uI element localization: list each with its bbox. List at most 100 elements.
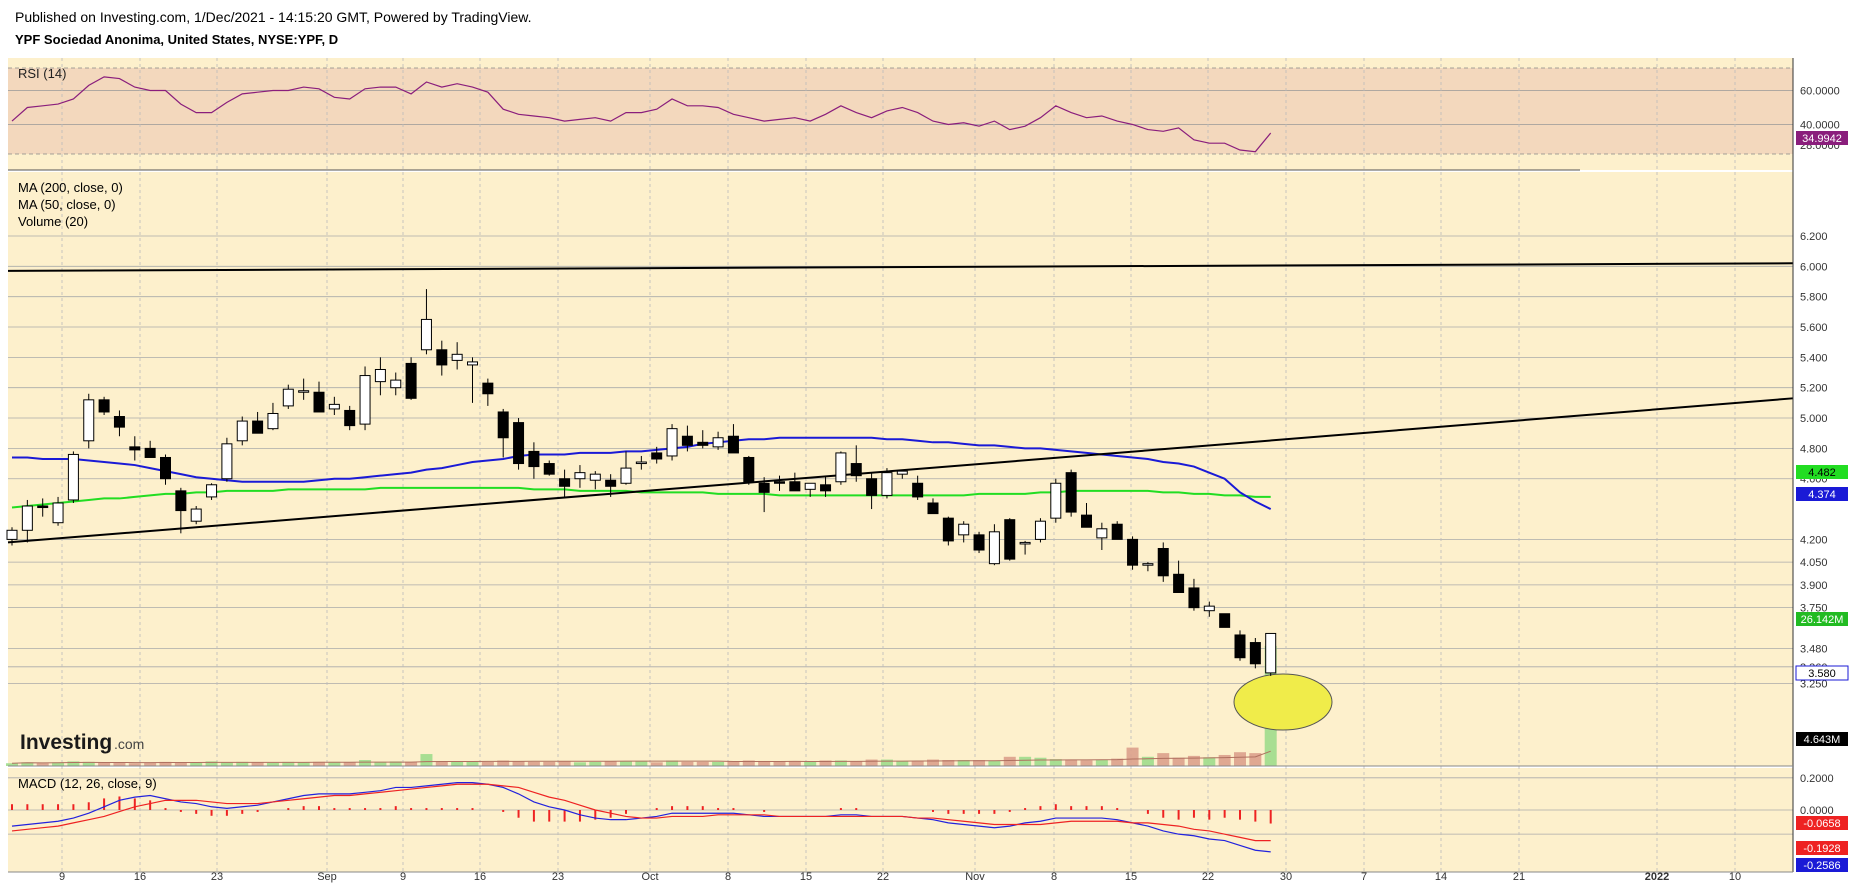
candle-body [513,422,525,465]
volume-bar [1172,757,1185,766]
candle-body [113,416,125,428]
candle-body [820,484,832,492]
candle-body [789,481,801,492]
volume-bar [1065,759,1078,766]
x-tick-label: Oct [641,871,658,883]
volume-bar [297,762,310,766]
y-tick-label: 6.000 [1800,261,1828,273]
volume-bar [650,762,663,766]
y-tick-label: 6.200 [1800,231,1828,243]
x-tick-label: Sep [317,871,337,883]
y-tick-label: 5.200 [1800,383,1828,395]
candle-body [374,368,386,383]
candle-body [988,531,1000,565]
volume-bar [1218,754,1231,766]
volume-bar [773,761,786,766]
candle-body [1081,514,1092,528]
candle-body [1065,472,1077,513]
volume-bar [988,760,1001,766]
volume-bar [1019,756,1032,766]
x-tick-label: 21 [1513,871,1525,883]
volume-bar [512,761,525,766]
candle-body [1219,613,1231,628]
candle-body [405,362,417,399]
candle-body [727,435,739,454]
candle-body [328,403,340,410]
candle-body [850,463,862,477]
candle-body [67,453,79,501]
candle-body [467,361,478,366]
candle-body [651,452,663,460]
rsi-label: RSI (14) [18,66,66,81]
candle-body [98,399,110,413]
investing-logo-suffix: .com [114,736,144,752]
candle-body [942,517,954,542]
volume-bar [1187,755,1200,766]
candle-body [1188,587,1200,609]
candle-body [1142,563,1154,566]
x-tick-label: 22 [877,871,889,883]
candle-body [835,452,847,483]
volume-bar [1080,760,1093,766]
candle-body [482,382,494,395]
candle-body [160,456,171,480]
y-tick-label: 4.800 [1800,443,1828,455]
candle-body [1019,541,1031,545]
candle-body [1265,632,1277,674]
candle-body [896,470,908,475]
candle-body [1234,634,1246,659]
macd-line-text: -0.2586 [1803,860,1840,872]
y-tick-label: 5.800 [1800,292,1828,304]
candle-body [282,388,294,407]
candle-body [543,463,555,475]
x-tick-label: 14 [1435,871,1447,883]
candle-body [681,435,693,446]
candle-body [912,482,924,498]
candle-body [359,375,371,425]
candle-body [451,353,463,361]
candle-body [574,472,586,480]
volume-bar [1203,757,1216,766]
x-tick-label: 10 [1729,871,1741,883]
y-tick-label: 5.000 [1800,413,1828,425]
y-tick-label: 5.600 [1800,322,1828,334]
x-tick-label: 8 [1051,871,1057,883]
candle-body [129,446,141,451]
volume-bar [1095,759,1108,766]
volume-bar [451,761,464,766]
candle-body [497,411,509,439]
volume-bar [420,754,433,766]
candle-body [697,441,709,446]
x-tick-label: 23 [552,871,564,883]
macd-pane [8,768,1793,872]
candle-body [866,478,878,496]
candle-body [1157,547,1169,577]
candle-body [221,443,233,480]
volume-bar [359,760,372,766]
volume-bar [466,761,479,766]
ma50-legend: MA (50, close, 0) [18,197,116,212]
candle-body [1203,605,1215,612]
x-tick-label: 2022 [1645,871,1669,883]
candle-body [21,505,33,531]
x-tick-label: 7 [1361,871,1367,883]
volume-bar [712,761,725,766]
candle-body [6,529,18,540]
candle-body [190,508,202,522]
candle-body [83,399,95,442]
volume-bar [543,761,556,766]
highlight-ellipse [1233,673,1333,731]
volume-bar [850,761,863,766]
volume-bar [1234,752,1246,766]
candle-body [1127,538,1139,566]
stock-chart[interactable]: RSI (14) MA (200, close, 0) MA (50, clos… [0,0,1855,889]
y-tick-label: 0.0000 [1800,805,1834,817]
ma50-value-text: 4.374 [1808,489,1836,501]
candle-body [52,502,64,524]
y-tick-label: 4.050 [1800,557,1828,569]
candle-body [420,318,432,351]
volume-bar [896,760,909,766]
x-tick-label: 9 [59,871,65,883]
volume-legend: Volume (20) [18,214,88,229]
y-tick-label: 3.480 [1800,644,1828,656]
